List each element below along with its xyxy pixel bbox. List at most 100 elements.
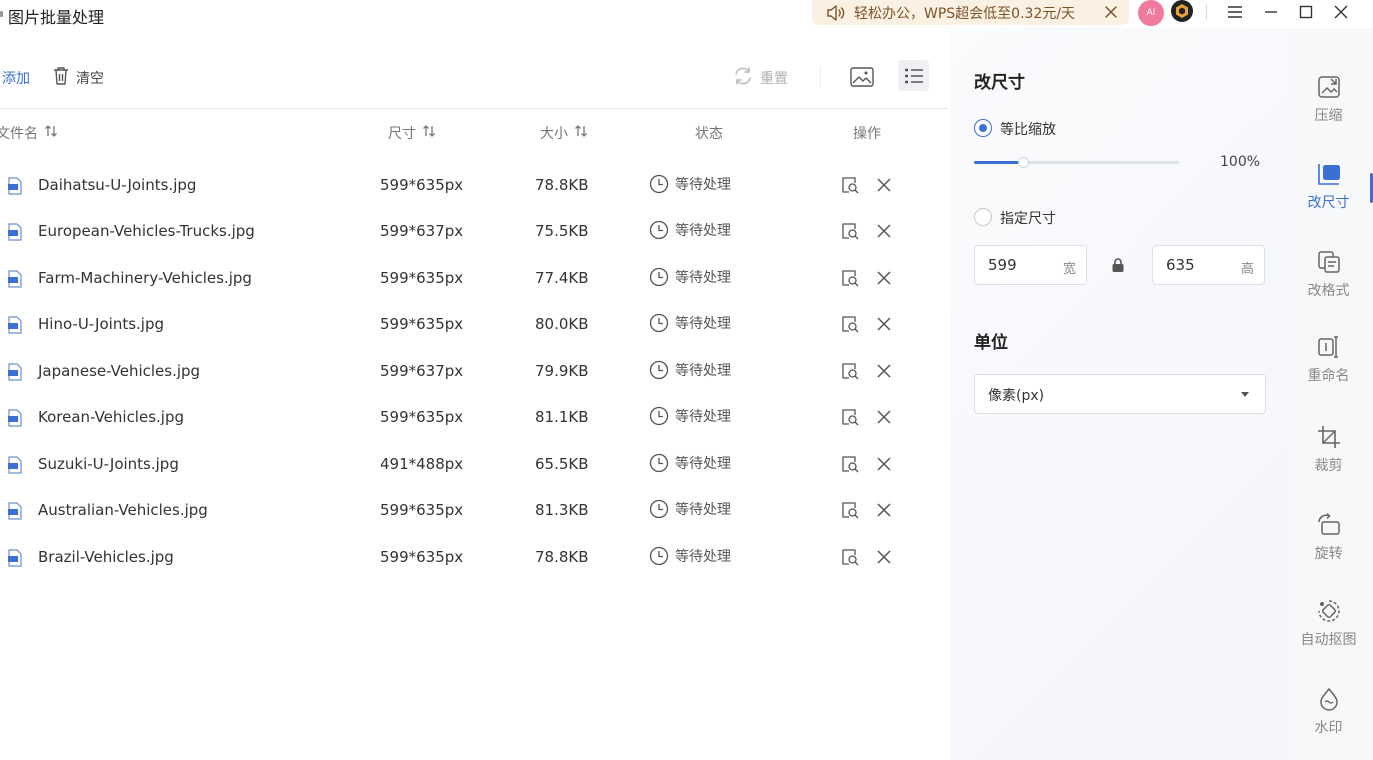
nav-item-rotate[interactable]: 旋转 — [1288, 512, 1373, 582]
header-size[interactable]: 大小 — [540, 123, 588, 143]
preview-icon[interactable] — [841, 315, 859, 333]
status-text: 等待处理 — [675, 223, 731, 239]
scale-slider-handle[interactable] — [1018, 157, 1030, 168]
file-dimensions: 599*635px — [380, 408, 464, 426]
table-row[interactable]: Korean-Vehicles.jpg 599*635px 81.1KB 等待处… — [0, 398, 948, 438]
file-name: Daihatsu-U-Joints.jpg — [38, 176, 197, 194]
wps-member-icon[interactable] — [1171, 0, 1193, 22]
table-row[interactable]: Daihatsu-U-Joints.jpg 599*635px 78.8KB 等… — [0, 166, 948, 206]
image-file-icon — [7, 223, 23, 241]
table-row[interactable]: Brazil-Vehicles.jpg 599*635px 78.8KB 等待处… — [0, 538, 948, 578]
close-icon[interactable] — [1332, 3, 1350, 21]
preview-icon[interactable] — [841, 455, 859, 473]
minimize-icon[interactable] — [1262, 3, 1280, 21]
add-button[interactable]: 添加 — [2, 68, 30, 88]
table-row[interactable]: Suzuki-U-Joints.jpg 491*488px 65.5KB 等待处… — [0, 445, 948, 485]
file-name: Suzuki-U-Joints.jpg — [38, 455, 179, 473]
remove-icon[interactable] — [876, 363, 892, 379]
ai-avatar[interactable]: AI — [1138, 0, 1164, 26]
preview-icon[interactable] — [841, 176, 859, 194]
width-input[interactable]: 599 宽 — [974, 245, 1087, 285]
reset-label: 重置 — [760, 71, 788, 87]
list-view-icon[interactable] — [898, 60, 929, 91]
file-name: Japanese-Vehicles.jpg — [38, 362, 201, 380]
sort-icon — [574, 124, 588, 142]
back-handle[interactable] — [0, 11, 3, 17]
preview-icon[interactable] — [841, 269, 859, 287]
header-filename-label: 文件名 — [0, 126, 38, 142]
remove-icon[interactable] — [876, 456, 892, 472]
sort-icon — [422, 124, 436, 142]
status-text: 等待处理 — [675, 316, 731, 332]
clock-icon — [649, 546, 669, 566]
reset-button[interactable]: 重置 — [732, 66, 788, 90]
nav-item-convert-format[interactable]: 改格式 — [1288, 249, 1373, 319]
header-filename[interactable]: 文件名 — [0, 123, 58, 143]
status-text: 等待处理 — [675, 409, 731, 425]
nav-item-auto-cutout[interactable]: 自动抠图 — [1288, 598, 1373, 668]
height-unit: 高 — [1240, 262, 1254, 277]
speaker-icon — [826, 4, 846, 22]
status-pending: 等待处理 — [649, 360, 731, 380]
preview-icon[interactable] — [841, 548, 859, 566]
table-row[interactable]: Australian-Vehicles.jpg 599*635px 81.3KB… — [0, 491, 948, 531]
table-row[interactable]: Farm-Machinery-Vehicles.jpg 599*635px 77… — [0, 259, 948, 299]
clock-icon — [649, 406, 669, 426]
file-dimensions: 599*637px — [380, 362, 464, 380]
file-dimensions: 599*637px — [380, 222, 464, 240]
file-dimensions: 599*635px — [380, 548, 464, 566]
header-size-label: 大小 — [540, 126, 568, 142]
nav-item-resize[interactable]: 改尺寸 — [1288, 161, 1373, 231]
header-status: 状态 — [695, 126, 723, 142]
nav-item-rename[interactable]: 重命名 — [1288, 334, 1373, 404]
remove-icon[interactable] — [876, 223, 892, 239]
nav-item-watermark[interactable]: 水印 — [1288, 686, 1373, 756]
promo-banner[interactable]: 轻松办公，WPS超会低至0.32元/天 — [812, 0, 1129, 25]
unit-select[interactable]: 像素(px) — [974, 374, 1266, 414]
nav-item-compress[interactable]: 压缩 — [1288, 74, 1373, 144]
remove-icon[interactable] — [876, 177, 892, 193]
preview-icon[interactable] — [841, 222, 859, 240]
remove-icon[interactable] — [876, 316, 892, 332]
header-dimensions[interactable]: 尺寸 — [388, 123, 436, 143]
scale-percent: 100% — [1220, 154, 1261, 170]
table-row[interactable]: European-Vehicles-Trucks.jpg 599*637px 7… — [0, 212, 948, 252]
remove-icon[interactable] — [876, 270, 892, 286]
clock-icon — [649, 360, 669, 380]
resize-settings-panel: 改尺寸 等比缩放 100% 指定尺寸 599 宽 635 高 单位 像素(px) — [950, 28, 1288, 760]
remove-icon[interactable] — [876, 409, 892, 425]
image-batch-window: 图片批量处理 轻松办公，WPS超会低至0.32元/天 AI 添加 清空 重置 文… — [0, 0, 1373, 760]
image-file-icon — [7, 502, 23, 520]
nav-label: 重命名 — [1307, 368, 1350, 384]
proportional-radio[interactable] — [974, 119, 992, 137]
file-size: 78.8KB — [535, 548, 589, 566]
promo-close-icon[interactable] — [1103, 4, 1119, 20]
lock-icon[interactable] — [1111, 257, 1125, 273]
preview-icon[interactable] — [841, 362, 859, 380]
table-row[interactable]: Japanese-Vehicles.jpg 599*637px 79.9KB 等… — [0, 352, 948, 392]
height-input[interactable]: 635 高 — [1152, 245, 1265, 285]
file-dimensions: 599*635px — [380, 315, 464, 333]
preview-icon[interactable] — [841, 408, 859, 426]
sort-icon — [44, 124, 58, 142]
nav-item-crop[interactable]: 裁剪 — [1288, 424, 1373, 494]
remove-icon[interactable] — [876, 502, 892, 518]
status-pending: 等待处理 — [649, 174, 731, 194]
specify-size-label: 指定尺寸 — [1000, 211, 1056, 227]
file-dimensions: 491*488px — [380, 455, 464, 473]
status-pending: 等待处理 — [649, 453, 731, 473]
nav-label: 改尺寸 — [1307, 195, 1350, 211]
table-row[interactable]: Hino-U-Joints.jpg 599*635px 80.0KB 等待处理 — [0, 305, 948, 345]
trash-icon — [52, 66, 70, 90]
menu-icon[interactable] — [1226, 3, 1244, 21]
clear-button[interactable]: 清空 — [52, 66, 104, 90]
thumbnail-view-icon[interactable] — [849, 64, 875, 90]
preview-icon[interactable] — [841, 501, 859, 519]
file-name: Korean-Vehicles.jpg — [38, 408, 185, 426]
clock-icon — [649, 313, 669, 333]
maximize-icon[interactable] — [1297, 3, 1315, 21]
app-title: 图片批量处理 — [8, 8, 105, 27]
scale-slider[interactable] — [974, 157, 1179, 168]
specify-size-radio[interactable] — [974, 208, 992, 226]
remove-icon[interactable] — [876, 549, 892, 565]
